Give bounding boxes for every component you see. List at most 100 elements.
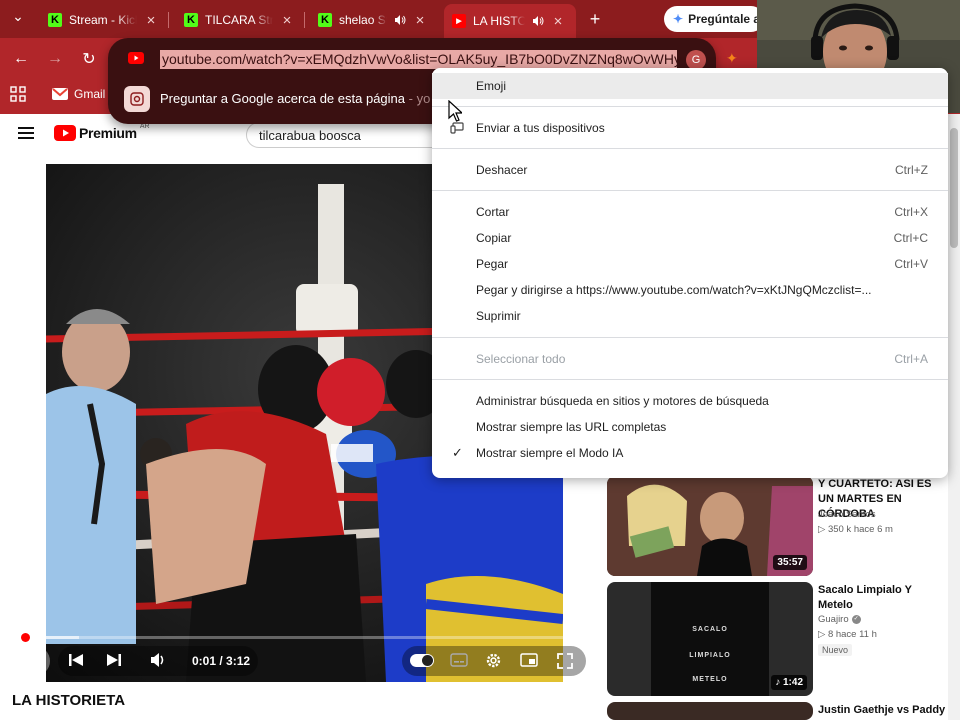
menu-item-suprimir[interactable]: Suprimir bbox=[432, 303, 948, 329]
page-scrollbar[interactable] bbox=[948, 114, 960, 720]
menu-item-shortcut: Ctrl+X bbox=[894, 205, 928, 219]
close-tab-icon[interactable]: × bbox=[551, 13, 565, 30]
menu-item-mostrar-siempre-las[interactable]: Mostrar siempre las URL completas bbox=[432, 414, 948, 440]
youtube-logo-icon bbox=[54, 125, 76, 141]
volume-button[interactable] bbox=[150, 652, 168, 668]
menu-item-shortcut: Ctrl+V bbox=[894, 257, 928, 271]
menu-item-shortcut: Ctrl+C bbox=[893, 231, 928, 245]
close-tab-icon[interactable]: × bbox=[144, 12, 158, 29]
menu-item-emoji[interactable]: Emoji bbox=[432, 73, 948, 99]
video-title: LA HISTORIETA bbox=[12, 692, 126, 709]
menu-item-enviar-a-tus[interactable]: Enviar a tus dispositivos bbox=[432, 115, 948, 141]
recommendation-thumbnail[interactable]: 35:57 bbox=[607, 476, 813, 576]
tab-title: TILCARA Stream bbox=[205, 13, 273, 27]
bookmark-label: Gmail bbox=[74, 87, 106, 101]
menu-item-pegar-y-dirigirse[interactable]: Pegar y dirigirse a https://www.youtube.… bbox=[432, 277, 948, 303]
duration-badge: 35:57 bbox=[773, 555, 807, 570]
menu-item-deshacer[interactable]: Deshacer Ctrl+Z bbox=[432, 157, 948, 183]
suggestion-ask-google[interactable]: Preguntar a Google acerca de esta página… bbox=[160, 91, 430, 106]
tab-tilcara-stream[interactable]: K TILCARA Stream × bbox=[176, 6, 302, 34]
previous-button[interactable] bbox=[68, 653, 84, 667]
suggestion-suffix: - yo bbox=[405, 91, 431, 106]
gemini-button[interactable]: ✦ Pregúntale a bbox=[664, 6, 764, 32]
recommendation-title[interactable]: Sacalo Limpialo Y Metelo bbox=[818, 583, 948, 613]
tab-la-historieta[interactable]: ▶ LA HISTORIETA × bbox=[444, 4, 576, 38]
speaker-icon[interactable] bbox=[394, 14, 406, 26]
menu-item-label: Deshacer bbox=[476, 163, 528, 177]
gemini-label: Pregúntale a bbox=[688, 12, 761, 26]
reload-button[interactable]: ↻ bbox=[78, 48, 100, 70]
next-button[interactable] bbox=[106, 653, 122, 667]
menu-item-cortar[interactable]: Cortar Ctrl+X bbox=[432, 199, 948, 225]
gear-icon bbox=[486, 653, 501, 668]
thumb-text-1: SACALO bbox=[692, 626, 728, 633]
menu-item-copiar[interactable]: Copiar Ctrl+C bbox=[432, 225, 948, 251]
music-note-icon: ♪ bbox=[775, 677, 783, 688]
tab-title: LA HISTORIETA bbox=[473, 14, 525, 28]
kick-icon: K bbox=[48, 13, 62, 27]
youtube-icon: ▶ bbox=[452, 14, 466, 28]
menu-item-label: Emoji bbox=[476, 79, 507, 93]
tab-shelao-stream[interactable]: K shelao Stream × bbox=[310, 6, 438, 34]
fullscreen-button[interactable] bbox=[557, 653, 573, 669]
checkmark-icon: ✓ bbox=[452, 445, 463, 460]
menu-item-shortcut: Ctrl+A bbox=[894, 352, 928, 366]
menu-item-label: Cortar bbox=[476, 205, 510, 219]
new-tab-button[interactable]: + bbox=[584, 8, 606, 30]
menu-item-pegar[interactable]: Pegar Ctrl+V bbox=[432, 251, 948, 277]
reload-icon: ↻ bbox=[82, 51, 96, 68]
settings-button[interactable] bbox=[485, 652, 502, 669]
menu-item-seleccionar-todo: Seleccionar todo Ctrl+A bbox=[432, 346, 948, 372]
lens-button[interactable]: G bbox=[686, 50, 706, 70]
menu-item-label: Pegar y dirigirse a https://www.youtube.… bbox=[476, 283, 872, 297]
thumb-text-3: METELO bbox=[692, 676, 728, 683]
scrollbar-thumb[interactable] bbox=[950, 128, 958, 248]
menu-item-label: Copiar bbox=[476, 231, 512, 245]
miniplayer-button[interactable] bbox=[520, 653, 538, 667]
menu-item-shortcut: Ctrl+Z bbox=[895, 163, 928, 177]
recommendation-title[interactable]: Justin Gaethje vs Paddy bbox=[818, 703, 948, 718]
menu-separator bbox=[432, 148, 948, 149]
progress-bar[interactable] bbox=[20, 633, 587, 642]
mouse-cursor-icon bbox=[448, 100, 462, 122]
tab-search-button[interactable]: ⌄ bbox=[8, 8, 28, 28]
close-tab-icon[interactable]: × bbox=[413, 12, 427, 29]
channel-name[interactable]: Joaco Santos bbox=[818, 509, 876, 520]
verified-icon: ✓ bbox=[851, 615, 861, 624]
channel-name[interactable]: Guajiro bbox=[818, 614, 849, 625]
youtube-premium-logo[interactable]: Premium AR bbox=[54, 123, 150, 141]
recommendation-thumbnail[interactable]: SACALO LIMPIALO METELO ♪ 1:42 bbox=[607, 582, 813, 696]
play-pause-button[interactable] bbox=[20, 646, 50, 676]
menu-button[interactable] bbox=[18, 126, 36, 142]
views-and-age: ▷ 8 hace 11 h bbox=[818, 629, 877, 640]
speaker-icon[interactable] bbox=[532, 15, 544, 27]
bookmark-gmail[interactable]: Gmail bbox=[52, 85, 105, 103]
menu-item-label: Enviar a tus dispositivos bbox=[476, 121, 605, 135]
skip-next-icon bbox=[107, 654, 121, 666]
fullscreen-icon bbox=[557, 653, 573, 669]
forward-button[interactable]: → bbox=[44, 48, 66, 70]
suggestion-text: Preguntar a Google acerca de esta página bbox=[160, 91, 406, 106]
menu-item-mostrar-siempre-el[interactable]: ✓ Mostrar siempre el Modo IA bbox=[432, 440, 948, 466]
logo-text: Premium bbox=[79, 125, 137, 141]
scrubber-handle[interactable] bbox=[20, 633, 30, 642]
arrow-right-icon: → bbox=[47, 50, 63, 67]
subtitles-button[interactable] bbox=[450, 653, 468, 667]
new-badge: Nuevo bbox=[818, 644, 853, 656]
recommendation-thumbnail[interactable] bbox=[607, 702, 813, 720]
kick-icon: K bbox=[318, 13, 332, 27]
tab-title: Stream - Kick bbox=[69, 13, 137, 27]
back-button[interactable]: ← bbox=[10, 48, 32, 70]
google-lens-icon: G bbox=[691, 54, 701, 66]
tab-stream-kick[interactable]: K Stream - Kick × bbox=[40, 6, 166, 34]
menu-item-administrar-búsqueda-en[interactable]: Administrar búsqueda en sitios y motores… bbox=[432, 388, 948, 414]
metamask-extension-icon[interactable]: ✦ bbox=[726, 50, 744, 68]
duration-badge: ♪ 1:42 bbox=[771, 675, 807, 690]
address-bar-input[interactable]: youtube.com/watch?v=xEMQdzhVwVo&list=OLA… bbox=[160, 50, 677, 69]
menu-item-label: Mostrar siempre las URL completas bbox=[476, 420, 667, 434]
apps-button[interactable] bbox=[10, 86, 28, 104]
subtitles-icon bbox=[450, 653, 468, 667]
site-info-button[interactable] bbox=[128, 52, 144, 66]
autoplay-toggle[interactable] bbox=[410, 654, 434, 667]
close-tab-icon[interactable]: × bbox=[280, 12, 294, 29]
